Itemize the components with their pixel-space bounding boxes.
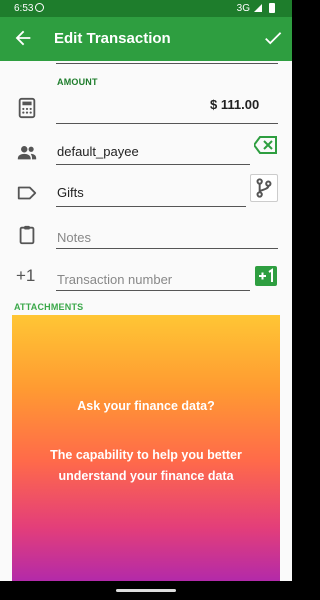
label-icon: [17, 186, 37, 200]
increment-number-button[interactable]: [255, 266, 277, 286]
notes-underline: [56, 248, 278, 249]
signal-icon: [254, 4, 262, 12]
clipboard-icon: [19, 225, 35, 245]
amount-underline: [56, 123, 278, 124]
home-gesture-bar[interactable]: [116, 589, 176, 592]
transaction-number-underline: [56, 290, 250, 291]
divider: [56, 63, 278, 64]
navigation-bar: [0, 581, 292, 600]
payee-input[interactable]: default_payee: [57, 144, 139, 159]
people-icon: [17, 146, 37, 160]
check-icon[interactable]: [262, 27, 284, 49]
network-type: 3G: [236, 3, 250, 14]
payee-underline: [56, 164, 250, 165]
arrow-left-icon[interactable]: [12, 27, 34, 49]
attachments-label: ATTACHMENTS: [14, 302, 84, 312]
status-bar: 6:53 3G: [0, 0, 292, 17]
transaction-number-input[interactable]: Transaction number: [57, 272, 172, 287]
battery-icon: [269, 3, 275, 13]
amount-label: AMOUNT: [57, 77, 98, 87]
plus-one-icon: [259, 268, 273, 282]
category-input[interactable]: Gifts: [57, 185, 84, 200]
attachment-image[interactable]: Ask your finance data? The capability to…: [12, 315, 280, 581]
form-content: AMOUNT $ 111.00 default_payee Gifts Note…: [0, 61, 292, 581]
calculator-icon: [18, 97, 36, 119]
transaction-number-icon: +1: [16, 266, 36, 285]
app-bar: Edit Transaction: [0, 17, 292, 61]
split-button[interactable]: [250, 174, 278, 202]
amount-input[interactable]: $ 111.00: [210, 97, 259, 112]
status-time: 6:53: [14, 3, 34, 14]
category-underline: [56, 206, 246, 207]
clear-payee-icon[interactable]: [254, 136, 278, 154]
notes-input[interactable]: Notes: [57, 230, 91, 245]
attachment-subtext: The capability to help you better unders…: [50, 448, 242, 483]
split-icon: [256, 178, 272, 198]
notification-icon: [35, 3, 44, 12]
page-title: Edit Transaction: [54, 30, 171, 47]
attachment-headline: Ask your finance data?: [77, 399, 215, 413]
